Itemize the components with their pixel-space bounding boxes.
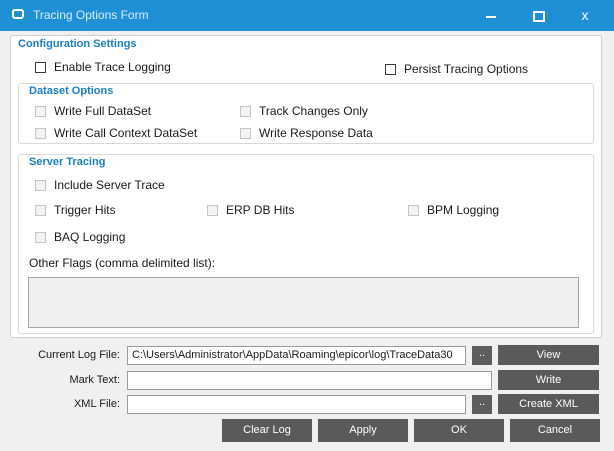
write-call-context-label: Write Call Context DataSet bbox=[54, 126, 198, 140]
browse-log-button[interactable]: .. bbox=[472, 346, 492, 365]
write-response-data-label: Write Response Data bbox=[259, 126, 373, 140]
bpm-logging-checkbox[interactable]: BPM Logging bbox=[408, 203, 499, 217]
maximize-icon bbox=[533, 10, 545, 22]
track-changes-only-checkbox[interactable]: Track Changes Only bbox=[240, 104, 368, 118]
apply-button[interactable]: Apply bbox=[318, 419, 408, 442]
browse-xml-button[interactable]: .. bbox=[472, 395, 492, 414]
checkbox-box bbox=[207, 204, 218, 216]
baq-logging-label: BAQ Logging bbox=[54, 230, 126, 244]
close-button[interactable]: x bbox=[562, 0, 608, 31]
ok-button[interactable]: OK bbox=[414, 419, 504, 442]
xml-file-input[interactable] bbox=[127, 395, 466, 414]
trigger-hits-checkbox[interactable]: Trigger Hits bbox=[35, 203, 116, 217]
bpm-logging-label: BPM Logging bbox=[427, 203, 500, 217]
checkbox-box bbox=[240, 127, 251, 139]
checkbox-box bbox=[35, 231, 46, 243]
checkbox-box bbox=[240, 105, 251, 117]
app-window-icon bbox=[12, 9, 24, 19]
other-flags-label: Other Flags (comma delimited list): bbox=[29, 256, 216, 270]
write-full-dataset-label: Write Full DataSet bbox=[54, 104, 152, 118]
track-changes-only-label: Track Changes Only bbox=[259, 104, 368, 118]
checkbox-box bbox=[408, 204, 419, 216]
persist-tracing-options-checkbox[interactable]: Persist Tracing Options bbox=[385, 62, 528, 76]
minimize-icon bbox=[486, 16, 496, 19]
checkbox-box bbox=[35, 61, 46, 73]
enable-trace-logging-checkbox[interactable]: Enable Trace Logging bbox=[35, 60, 171, 74]
checkbox-box bbox=[35, 179, 46, 191]
persist-tracing-options-label: Persist Tracing Options bbox=[404, 62, 529, 76]
enable-trace-logging-label: Enable Trace Logging bbox=[54, 60, 171, 74]
baq-logging-checkbox[interactable]: BAQ Logging bbox=[35, 230, 125, 244]
view-button[interactable]: View bbox=[498, 345, 599, 365]
include-server-trace-checkbox[interactable]: Include Server Trace bbox=[35, 178, 165, 192]
erp-db-hits-label: ERP DB Hits bbox=[226, 203, 295, 217]
dataset-options-title: Dataset Options bbox=[29, 85, 114, 97]
dataset-options-group: Dataset Options Write Full DataSet Track… bbox=[18, 83, 594, 144]
clear-log-button[interactable]: Clear Log bbox=[222, 419, 312, 442]
erp-db-hits-checkbox[interactable]: ERP DB Hits bbox=[207, 203, 294, 217]
checkbox-box bbox=[385, 63, 396, 75]
close-icon: x bbox=[581, 7, 589, 23]
current-log-file-input[interactable]: C:\Users\Administrator\AppData\Roaming\e… bbox=[127, 346, 466, 365]
write-call-context-checkbox[interactable]: Write Call Context DataSet bbox=[35, 126, 197, 140]
mark-text-label: Mark Text: bbox=[69, 374, 120, 386]
server-tracing-title: Server Tracing bbox=[29, 156, 106, 168]
checkbox-box bbox=[35, 127, 46, 139]
xml-file-label: XML File: bbox=[73, 398, 120, 410]
include-server-trace-label: Include Server Trace bbox=[54, 178, 165, 192]
title-bar: Tracing Options Form x bbox=[0, 0, 614, 31]
minimize-button[interactable] bbox=[468, 0, 514, 31]
maximize-button[interactable] bbox=[516, 0, 562, 31]
configuration-settings-group: Configuration Settings Enable Trace Logg… bbox=[10, 35, 602, 338]
write-button[interactable]: Write bbox=[498, 370, 599, 390]
trigger-hits-label: Trigger Hits bbox=[54, 203, 116, 217]
create-xml-button[interactable]: Create XML bbox=[498, 394, 599, 414]
current-log-file-label: Current Log File: bbox=[38, 349, 120, 361]
configuration-settings-title: Configuration Settings bbox=[18, 38, 137, 50]
checkbox-box bbox=[35, 105, 46, 117]
mark-text-input[interactable] bbox=[127, 371, 492, 390]
other-flags-textarea[interactable] bbox=[28, 277, 579, 328]
cancel-button[interactable]: Cancel bbox=[510, 419, 600, 442]
checkbox-box bbox=[35, 204, 46, 216]
write-response-data-checkbox[interactable]: Write Response Data bbox=[240, 126, 373, 140]
write-full-dataset-checkbox[interactable]: Write Full DataSet bbox=[35, 104, 151, 118]
window-title: Tracing Options Form bbox=[33, 8, 149, 22]
